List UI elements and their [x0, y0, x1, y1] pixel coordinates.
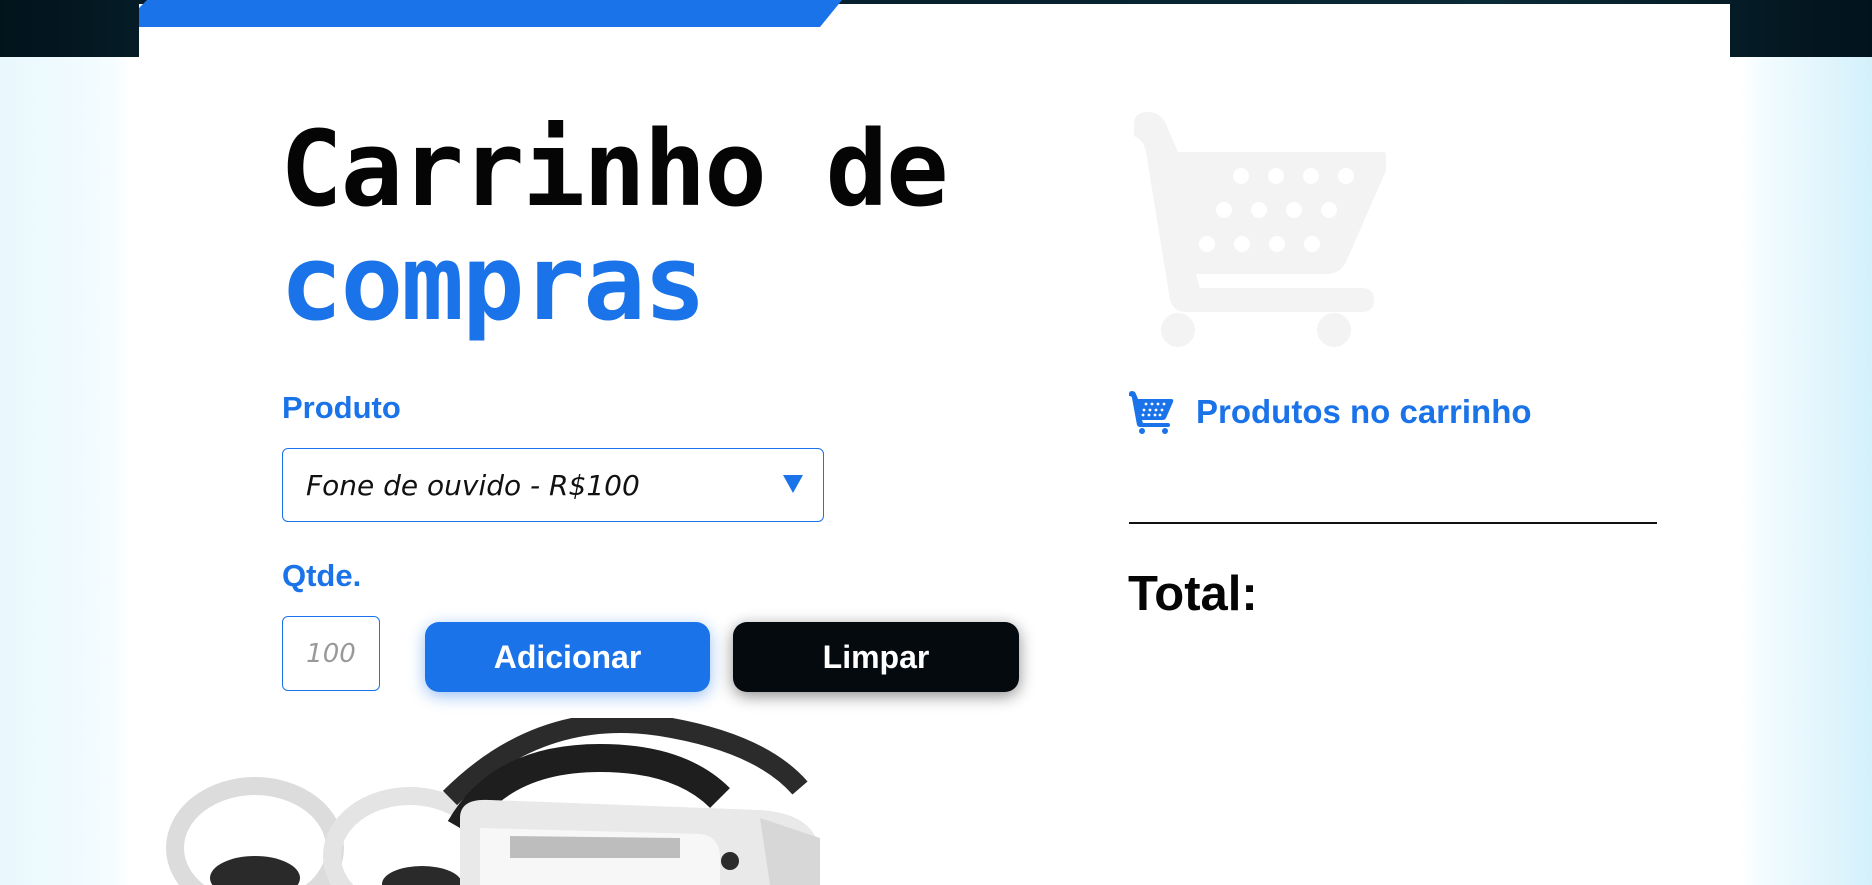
- quantity-input[interactable]: [282, 616, 380, 691]
- quantity-label: Qtde.: [282, 558, 362, 593]
- shopping-cart-icon: [1129, 391, 1174, 434]
- product-select[interactable]: Fone de ouvido - R$100: [282, 448, 824, 522]
- total-label: Total:: [1128, 567, 1258, 621]
- accent-bar: [139, 0, 842, 27]
- cart-header-label: Produtos no carrinho: [1196, 393, 1532, 430]
- page-title: Carrinho de compras: [280, 112, 949, 344]
- divider: [1129, 522, 1657, 524]
- title-line-2: compras: [280, 222, 706, 344]
- vr-headset-image: [166, 718, 820, 885]
- clear-button[interactable]: Limpar: [733, 622, 1019, 692]
- shopping-cart-icon: [1134, 112, 1386, 347]
- cart-header: Produtos no carrinho: [1128, 390, 1532, 434]
- triangle-down-icon: [783, 475, 803, 493]
- product-label: Produto: [282, 390, 401, 425]
- product-select-value: Fone de ouvido - R$100: [306, 469, 640, 502]
- title-line-1: Carrinho de: [280, 108, 949, 230]
- add-button[interactable]: Adicionar: [425, 622, 710, 692]
